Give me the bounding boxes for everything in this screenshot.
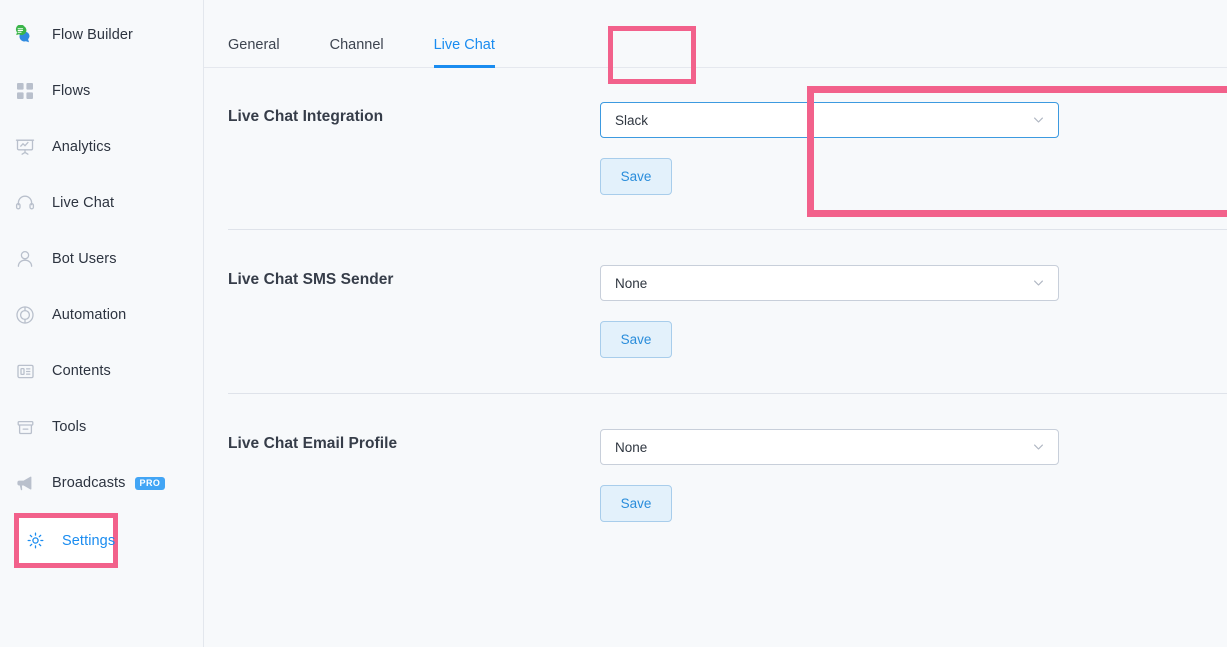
select-value: Slack	[615, 113, 648, 128]
sidebar-item-label: Automation	[52, 307, 126, 323]
tab-label: Channel	[330, 37, 384, 53]
live-chat-sms-sender-select[interactable]: None	[600, 265, 1059, 301]
sidebar-item-label: Live Chat	[52, 195, 114, 211]
save-button-integration[interactable]: Save	[600, 158, 672, 195]
section-fields: None Save	[600, 265, 1227, 358]
chevron-down-icon	[1032, 114, 1045, 127]
presentation-chart-icon	[14, 136, 36, 158]
toolbox-icon	[14, 416, 36, 438]
sidebar: Flow Builder Flows	[0, 0, 204, 647]
select-value: None	[615, 440, 647, 455]
section-fields: None Save	[600, 429, 1227, 522]
tab-channel[interactable]: Channel	[330, 37, 384, 67]
section-live-chat-integration: Live Chat Integration Slack Save	[204, 68, 1227, 229]
sidebar-item-analytics[interactable]: Analytics	[0, 130, 203, 164]
tab-label: General	[228, 37, 280, 53]
sidebar-item-broadcasts[interactable]: Broadcasts PRO	[0, 466, 203, 500]
main-content: General Channel Live Chat Live Chat Inte…	[204, 0, 1227, 647]
sidebar-item-tools[interactable]: Tools	[0, 410, 203, 444]
sidebar-item-flows[interactable]: Flows	[0, 74, 203, 108]
save-button-email-profile[interactable]: Save	[600, 485, 672, 522]
section-label: Live Chat Integration	[228, 102, 600, 126]
sidebar-item-automation[interactable]: Automation	[0, 298, 203, 332]
highlight-box-settings: Settings	[14, 513, 118, 568]
chevron-down-icon	[1032, 441, 1045, 454]
section-fields: Slack Save	[600, 102, 1227, 195]
megaphone-icon	[14, 472, 36, 494]
settings-tab-bar: General Channel Live Chat	[204, 0, 1227, 68]
section-label: Live Chat Email Profile	[228, 429, 600, 453]
select-value: None	[615, 276, 647, 291]
sidebar-item-label: Settings	[62, 533, 115, 549]
section-live-chat-email-profile: Live Chat Email Profile None Save	[204, 394, 1227, 557]
automation-gear-icon	[14, 304, 36, 326]
tab-label: Live Chat	[434, 37, 495, 53]
save-button-sms-sender[interactable]: Save	[600, 321, 672, 358]
grid-squares-icon	[14, 80, 36, 102]
sidebar-item-bot-users[interactable]: Bot Users	[0, 242, 203, 276]
sidebar-item-label: Bot Users	[52, 251, 117, 267]
sidebar-item-label: Analytics	[52, 139, 111, 155]
pro-badge: PRO	[135, 477, 166, 490]
chevron-down-icon	[1032, 277, 1045, 290]
tab-general[interactable]: General	[228, 37, 280, 67]
sidebar-item-label: Flows	[52, 83, 90, 99]
live-chat-email-profile-select[interactable]: None	[600, 429, 1059, 465]
sidebar-item-label: Broadcasts	[52, 475, 126, 491]
gear-icon	[24, 530, 46, 552]
live-chat-integration-select[interactable]: Slack	[600, 102, 1059, 138]
sidebar-item-label: Tools	[52, 419, 86, 435]
chat-bubbles-icon	[14, 24, 36, 46]
section-label: Live Chat SMS Sender	[228, 265, 600, 289]
sidebar-item-settings[interactable]: Settings	[19, 518, 113, 563]
app-root: Flow Builder Flows	[0, 0, 1227, 647]
user-icon	[14, 248, 36, 270]
sidebar-item-label: Contents	[52, 363, 111, 379]
sidebar-item-live-chat[interactable]: Live Chat	[0, 186, 203, 220]
sidebar-item-contents[interactable]: Contents	[0, 354, 203, 388]
contents-panel-icon	[14, 360, 36, 382]
headset-icon	[14, 192, 36, 214]
tab-live-chat[interactable]: Live Chat	[434, 37, 495, 67]
section-live-chat-sms-sender: Live Chat SMS Sender None Save	[204, 230, 1227, 393]
sidebar-item-flow-builder[interactable]: Flow Builder	[0, 18, 203, 52]
sidebar-item-label: Flow Builder	[52, 27, 133, 43]
